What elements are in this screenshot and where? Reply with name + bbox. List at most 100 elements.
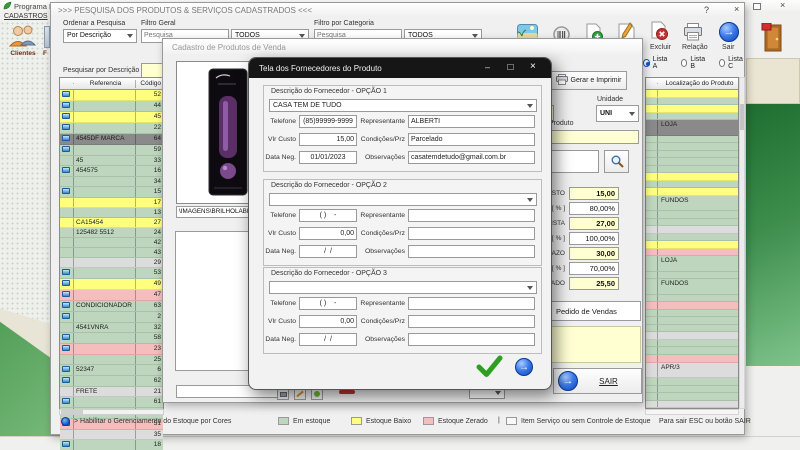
- condicoes-field-3[interactable]: [408, 315, 535, 328]
- representante-field-3[interactable]: [408, 297, 535, 310]
- location-row[interactable]: [646, 151, 738, 159]
- location-row[interactable]: [646, 317, 738, 325]
- location-row[interactable]: [646, 332, 738, 340]
- table-row[interactable]: 44: [60, 101, 163, 112]
- table-row[interactable]: CONDICIONADOR63: [60, 301, 163, 312]
- cadastro-sair-button[interactable]: SAIR: [553, 368, 642, 394]
- table-row[interactable]: 13: [60, 208, 163, 218]
- location-row[interactable]: FUNDOS: [646, 196, 738, 212]
- price-value-field[interactable]: 30,00: [569, 247, 619, 260]
- table-row[interactable]: 4545DF MARCA64: [60, 134, 163, 145]
- location-row[interactable]: [646, 325, 738, 333]
- location-table-hscrollbar[interactable]: [645, 409, 739, 415]
- location-row[interactable]: [646, 136, 738, 144]
- main-maximize-button[interactable]: [753, 3, 761, 10]
- fornecedor-select-3[interactable]: [269, 281, 537, 294]
- radio-lista-c[interactable]: Lista C: [719, 58, 745, 68]
- table-row[interactable]: FRETE21: [60, 387, 163, 397]
- location-row[interactable]: [646, 295, 738, 303]
- gerar-imprimir-button[interactable]: Gerar e Imprimir: [550, 71, 627, 90]
- hscroll-thumb[interactable]: [61, 410, 83, 414]
- table-row[interactable]: 49: [60, 279, 163, 290]
- table-row[interactable]: 42: [60, 238, 163, 248]
- ordenar-select[interactable]: Por Descrição: [63, 29, 137, 43]
- vlr-custo-field-1[interactable]: 15,00: [299, 133, 357, 146]
- location-row[interactable]: [646, 173, 738, 181]
- location-vscrollbar[interactable]: [739, 77, 745, 409]
- location-row[interactable]: [646, 401, 738, 409]
- telefone-field-1[interactable]: (85)99999-9999: [299, 115, 357, 128]
- table-row[interactable]: 59: [60, 145, 163, 156]
- quantidade-box[interactable]: [549, 326, 641, 363]
- data-neg-field-1[interactable]: 01/01/2023: [299, 151, 357, 164]
- product-table-hscrollbar[interactable]: [59, 409, 164, 415]
- table-row[interactable]: 45457516: [60, 166, 163, 177]
- price-value-field[interactable]: 15,00: [569, 187, 619, 200]
- table-row[interactable]: 43: [60, 248, 163, 258]
- location-row[interactable]: APR/3: [646, 363, 738, 379]
- table-row[interactable]: 58: [60, 333, 163, 344]
- data-neg-field-3[interactable]: / /: [299, 333, 357, 346]
- table-row[interactable]: 34: [60, 177, 163, 187]
- table-row[interactable]: 62: [60, 376, 163, 387]
- fornecedor-select-1[interactable]: CASA TEM DE TUDO: [269, 99, 537, 112]
- pesquisa-sair-button[interactable]: [719, 22, 739, 42]
- location-row[interactable]: [646, 90, 738, 98]
- location-row[interactable]: [646, 241, 738, 249]
- relacao-button[interactable]: [683, 23, 703, 43]
- location-row[interactable]: FUNDOS: [646, 279, 738, 295]
- telefone-field-2[interactable]: ( ) -: [299, 209, 357, 222]
- pedido-vendas-box[interactable]: Pedido de Vendas: [549, 301, 641, 321]
- condicoes-field-1[interactable]: Parcelado: [408, 133, 535, 146]
- table-row[interactable]: 47: [60, 290, 163, 301]
- observacoes-field-3[interactable]: [408, 333, 535, 346]
- location-row[interactable]: [646, 272, 738, 280]
- main-close-button[interactable]: ×: [780, 1, 785, 10]
- location-row[interactable]: [646, 386, 738, 394]
- location-row[interactable]: [646, 340, 738, 348]
- product-photo[interactable]: [208, 68, 248, 198]
- table-row[interactable]: 4541VNRA32: [60, 323, 163, 333]
- vlr-custo-field-2[interactable]: 0,00: [299, 227, 357, 240]
- table-row[interactable]: 125482 551224: [60, 228, 163, 238]
- dialog-sair-button[interactable]: [515, 358, 533, 376]
- radio-lista-b[interactable]: Lista B: [681, 58, 707, 68]
- header-codigo[interactable]: Código: [136, 80, 163, 88]
- pesquisa-help-button[interactable]: ?: [704, 6, 709, 15]
- header-localizacao[interactable]: Localização do Produto: [658, 80, 738, 88]
- table-row[interactable]: 53: [60, 268, 163, 279]
- condicoes-field-2[interactable]: [408, 227, 535, 240]
- representante-field-2[interactable]: [408, 209, 535, 222]
- exit-door-button[interactable]: [758, 23, 788, 55]
- location-row[interactable]: [646, 355, 738, 363]
- mini-delete-dash-icon[interactable]: [339, 390, 355, 394]
- location-row[interactable]: LOJA: [646, 120, 738, 136]
- location-row[interactable]: [646, 143, 738, 151]
- location-row[interactable]: LOJA: [646, 256, 738, 272]
- table-row[interactable]: 52: [60, 90, 163, 101]
- vscroll-thumb[interactable]: [740, 104, 744, 130]
- dialog-close-button[interactable]: ×: [530, 61, 536, 72]
- vlr-custo-field-3[interactable]: 0,00: [299, 315, 357, 328]
- table-row[interactable]: CA1545427: [60, 218, 163, 228]
- table-row[interactable]: 4533: [60, 156, 163, 166]
- menu-cadastros[interactable]: CADASTROS: [4, 13, 48, 20]
- excluir-button[interactable]: [651, 21, 668, 43]
- table-row[interactable]: 25: [60, 355, 163, 365]
- dialog-maximize-button[interactable]: [507, 64, 514, 70]
- location-row[interactable]: [646, 249, 738, 257]
- location-row[interactable]: [646, 188, 738, 196]
- location-row[interactable]: [646, 113, 738, 121]
- location-row[interactable]: [646, 347, 738, 355]
- representante-field-1[interactable]: ALBERTI: [408, 115, 535, 128]
- table-row[interactable]: 17: [60, 198, 163, 208]
- dialog-minimize-button[interactable]: –: [485, 62, 490, 72]
- table-row[interactable]: 23: [60, 344, 163, 355]
- unidade-select[interactable]: UNI: [596, 105, 639, 122]
- price-value-field[interactable]: 25,50: [569, 277, 619, 290]
- telefone-field-3[interactable]: ( ) -: [299, 297, 357, 310]
- location-row[interactable]: [646, 302, 738, 310]
- pesquisa-close-button[interactable]: ×: [734, 5, 739, 14]
- table-row[interactable]: 29: [60, 258, 163, 268]
- radio-lista-a[interactable]: Lista A: [643, 58, 669, 68]
